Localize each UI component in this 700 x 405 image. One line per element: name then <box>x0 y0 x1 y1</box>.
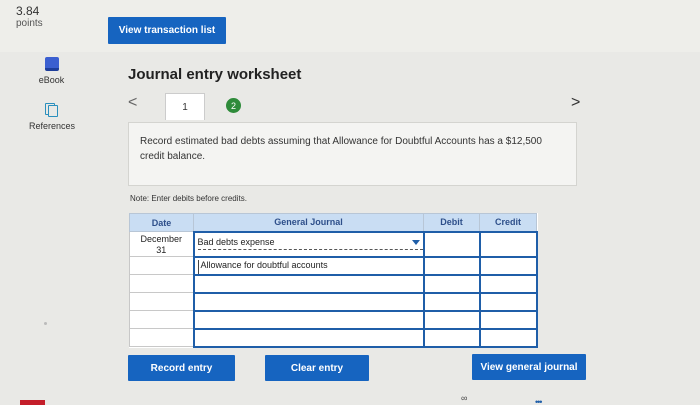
references-icon <box>45 103 59 117</box>
credit-input[interactable] <box>478 291 538 312</box>
record-entry-button[interactable]: Record entry <box>128 355 235 381</box>
clear-entry-button[interactable]: Clear entry <box>265 355 369 381</box>
account-select[interactable]: Bad debts expense <box>192 230 425 258</box>
instruction-text: Record estimated bad debts assuming that… <box>140 136 542 162</box>
next-arrow-icon[interactable]: > <box>571 94 580 112</box>
date-header: Date <box>129 213 194 232</box>
debit-input[interactable] <box>422 273 481 294</box>
date-cell: December 31 <box>129 231 194 257</box>
general-journal-header: General Journal <box>193 213 424 232</box>
account-select[interactable] <box>192 309 425 330</box>
credit-input[interactable] <box>478 327 538 348</box>
credit-input[interactable] <box>478 273 538 294</box>
debit-input[interactable] <box>422 291 481 312</box>
points-display: 3.84 points <box>16 4 43 30</box>
table-row <box>129 291 538 312</box>
points-label: points <box>16 18 43 30</box>
date-cell <box>129 328 194 347</box>
debit-input[interactable] <box>422 309 481 330</box>
sidebar-item-ebook[interactable]: eBook <box>24 57 79 85</box>
table-row: December 31 Bad debts expense <box>129 230 538 258</box>
account-value: Allowance for doubtful accounts <box>197 259 423 274</box>
debit-input[interactable] <box>422 327 481 348</box>
table-row <box>129 327 538 348</box>
credit-input[interactable] <box>478 230 538 258</box>
prev-arrow-icon[interactable]: < <box>128 94 137 112</box>
more-icon[interactable]: ••• <box>535 397 543 405</box>
sidebar-item-label: References <box>28 121 76 131</box>
decorative-dot <box>44 322 47 325</box>
top-band <box>0 0 700 52</box>
dropdown-arrow-icon[interactable] <box>411 239 420 245</box>
date-cell <box>129 256 194 275</box>
table-row <box>129 273 538 294</box>
account-select[interactable] <box>192 327 425 348</box>
date-cell <box>129 274 194 293</box>
view-general-journal-button[interactable]: View general journal <box>472 354 586 380</box>
debit-header: Debit <box>423 213 480 232</box>
debit-input[interactable] <box>422 255 481 276</box>
view-transaction-list-button[interactable]: View transaction list <box>108 17 226 44</box>
account-select[interactable] <box>192 273 425 294</box>
table-row <box>129 309 538 330</box>
credit-header: Credit <box>479 213 537 232</box>
date-day: 31 <box>156 245 167 255</box>
sidebar-item-label: eBook <box>38 75 65 85</box>
page-title: Journal entry worksheet <box>128 66 302 83</box>
sidebar-item-references[interactable]: References <box>22 103 82 131</box>
credit-input[interactable] <box>478 309 538 330</box>
journal-table: Date General Journal Debit Credit Decemb… <box>129 213 538 348</box>
account-value: Bad debts expense <box>197 237 275 247</box>
tab-1[interactable]: 1 <box>165 93 205 120</box>
debit-input[interactable] <box>422 230 481 258</box>
date-month: December <box>140 234 182 244</box>
credit-input[interactable] <box>478 255 538 276</box>
link-icon[interactable]: ∞ <box>461 393 467 403</box>
table-header-row: Date General Journal Debit Credit <box>129 213 537 232</box>
tab-2[interactable]: 2 <box>226 98 241 113</box>
instruction-box: Record estimated bad debts assuming that… <box>128 122 577 186</box>
account-select[interactable]: Allowance for doubtful accounts <box>192 255 425 276</box>
brand-logo <box>20 400 45 405</box>
points-value: 3.84 <box>16 4 40 18</box>
book-icon <box>44 57 59 71</box>
table-row: Allowance for doubtful accounts <box>129 255 538 276</box>
date-cell <box>129 310 194 329</box>
note-text: Note: Enter debits before credits. <box>130 194 247 203</box>
account-select[interactable] <box>192 291 425 312</box>
date-cell <box>129 292 194 311</box>
